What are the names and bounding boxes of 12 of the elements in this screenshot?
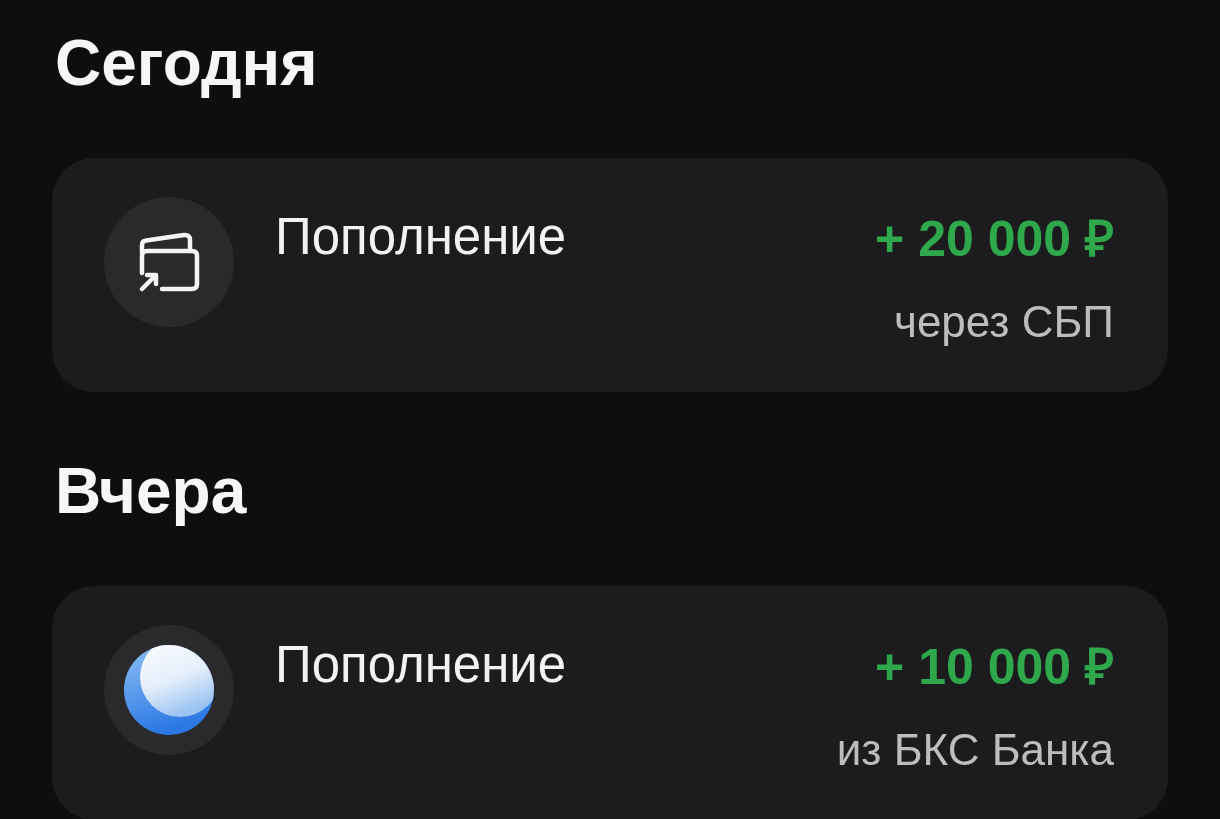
transaction-title: Пополнение (275, 634, 568, 695)
sphere-icon (104, 624, 234, 755)
wallet-icon (104, 196, 234, 327)
transaction-card[interactable]: Пополнение + 20 000 ₽ через СБП (52, 157, 1168, 392)
transaction-amount: + 10 000 ₽ (875, 637, 1114, 697)
section-title: Вчера (55, 453, 248, 529)
transaction-source: из БКС Банка (836, 723, 1114, 776)
section-title: Сегодня (55, 26, 319, 101)
transaction-card[interactable]: Пополнение + 10 000 ₽ из БКС Банка (52, 585, 1168, 819)
transaction-amount: + 20 000 ₽ (875, 209, 1114, 269)
transaction-title: Пополнение (275, 206, 568, 267)
transaction-source: через СБП (893, 295, 1114, 348)
